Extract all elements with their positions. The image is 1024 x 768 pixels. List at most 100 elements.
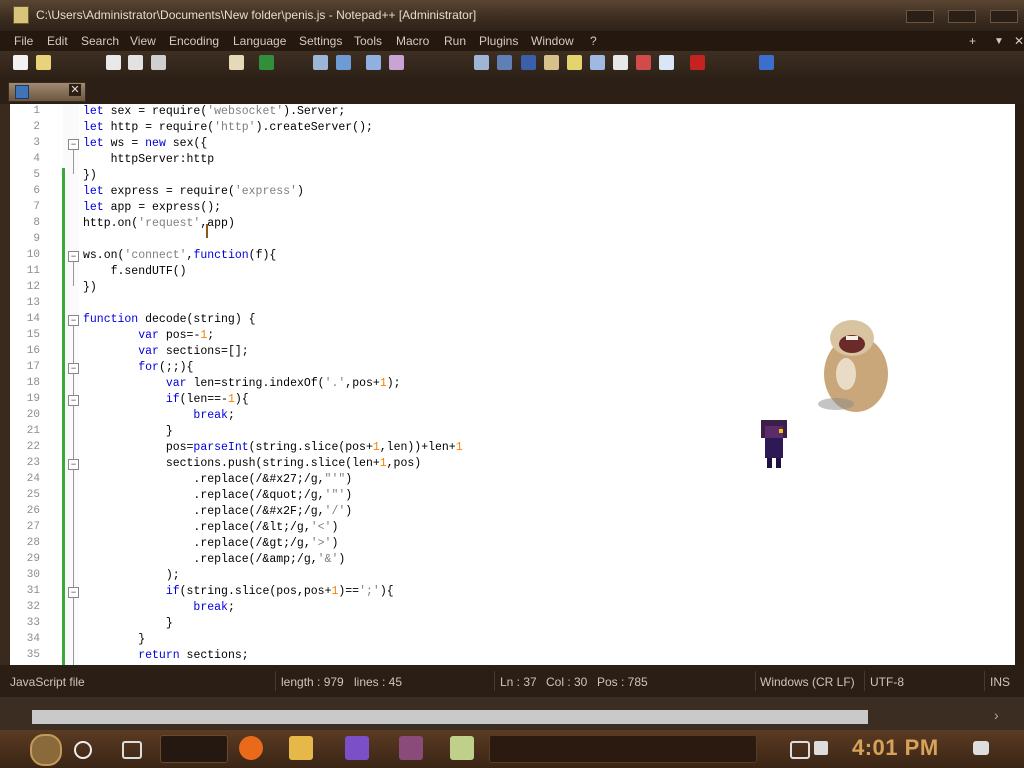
code-line[interactable]: break; (83, 409, 234, 422)
search-box[interactable] (160, 735, 228, 763)
close-tab-icon[interactable]: ✕ (1014, 34, 1024, 48)
volume-icon[interactable] (814, 741, 828, 755)
new-tab-plus-icon[interactable]: + (969, 34, 976, 48)
code-line[interactable]: var pos=-1; (83, 329, 214, 342)
paste-icon[interactable] (229, 55, 244, 70)
task-view-icon[interactable] (122, 741, 142, 759)
file-explorer-icon[interactable] (289, 736, 313, 760)
insert-mode[interactable]: INS (990, 675, 1010, 689)
code-line[interactable]: for(;;){ (83, 361, 193, 374)
indent-guide-icon[interactable] (521, 55, 536, 70)
code-line[interactable]: if(string.slice(pos,pos+1)==';'){ (83, 585, 394, 598)
udl-icon[interactable] (613, 55, 628, 70)
code-line[interactable]: if(len==-1){ (83, 393, 249, 406)
file-encoding[interactable]: UTF-8 (870, 675, 904, 689)
code-line[interactable]: } (83, 425, 173, 438)
code-line[interactable]: let sex = require('websocket').Server; (83, 105, 345, 118)
code-line[interactable]: httpServer:http (83, 153, 215, 166)
code-line[interactable]: var sections=[]; (83, 345, 248, 358)
imp-desktop-pet[interactable] (755, 416, 795, 471)
start-button-icon[interactable] (30, 734, 62, 766)
code-line[interactable]: return sections; (83, 649, 248, 662)
monitoring-icon[interactable] (636, 55, 651, 70)
menu-plugins[interactable]: Plugins (479, 34, 518, 48)
network-icon[interactable] (790, 741, 810, 759)
code-line[interactable]: f.sendUTF() (83, 265, 187, 278)
tab-close-icon[interactable]: ✕ (69, 84, 81, 96)
eol-format[interactable]: Windows (CR LF) (760, 675, 855, 689)
code-line[interactable]: ws.on('connect',function(f){ (83, 249, 276, 262)
code-line[interactable]: .replace(/&gt;/g,'>') (83, 537, 338, 550)
tab-list-dropdown-icon[interactable]: ▼ (994, 36, 1004, 47)
open-file-icon[interactable] (36, 55, 51, 70)
menu-help[interactable]: ? (590, 34, 597, 48)
fold-toggle-icon[interactable]: − (68, 251, 79, 262)
close-file-icon[interactable] (106, 55, 121, 70)
replace-icon[interactable] (336, 55, 351, 70)
menu-settings[interactable]: Settings (299, 34, 342, 48)
menu-tools[interactable]: Tools (354, 34, 382, 48)
fold-toggle-icon[interactable]: − (68, 587, 79, 598)
fold-toggle-icon[interactable]: − (68, 459, 79, 470)
show-all-characters-icon[interactable] (497, 55, 512, 70)
minimize-button[interactable] (906, 10, 934, 23)
fold-toggle-icon[interactable]: − (68, 315, 79, 326)
action-center-icon[interactable] (973, 741, 989, 755)
code-line[interactable]: .replace(/&quot;/g,'"') (83, 489, 352, 502)
code-line[interactable]: .replace(/&amp;/g,'&') (83, 553, 345, 566)
firefox-icon[interactable] (239, 736, 263, 760)
fold-toggle-icon[interactable]: − (68, 139, 79, 150)
vertical-scrollbar[interactable] (1015, 104, 1024, 665)
code-line[interactable]: .replace(/&lt;/g,'<') (83, 521, 338, 534)
fold-toggle-icon[interactable]: − (68, 363, 79, 374)
word-wrap-icon[interactable] (474, 55, 489, 70)
menu-search[interactable]: Search (81, 34, 119, 48)
code-line[interactable]: function decode(string) { (83, 313, 256, 326)
desktop-pet-app-icon[interactable] (399, 736, 423, 760)
scroll-right-icon[interactable]: › (994, 707, 999, 723)
code-line[interactable]: let http = require('http').createServer(… (83, 121, 373, 134)
notepadpp-taskbar-icon[interactable] (450, 736, 474, 760)
function-list-icon[interactable] (567, 55, 582, 70)
find-icon[interactable] (313, 55, 328, 70)
close-all-icon[interactable] (128, 55, 143, 70)
code-line[interactable]: sections.push(string.slice(len+1,pos) (83, 457, 421, 470)
tab-penis-js[interactable]: ✕ (8, 82, 86, 102)
code-line[interactable]: .replace(/&#x2F;/g,'/') (83, 505, 352, 518)
document-map-icon[interactable] (544, 55, 559, 70)
code-line[interactable]: } (83, 633, 145, 646)
record-macro-icon[interactable] (690, 55, 705, 70)
menu-run[interactable]: Run (444, 34, 466, 48)
taskbar-clock[interactable]: 4:01 PM (852, 735, 939, 761)
zoom-out-icon[interactable] (389, 55, 404, 70)
code-line[interactable]: break; (83, 601, 234, 614)
view-icon[interactable] (659, 55, 674, 70)
menu-macro[interactable]: Macro (396, 34, 429, 48)
run-macro-multiple-icon[interactable] (759, 55, 774, 70)
fold-toggle-icon[interactable]: − (68, 395, 79, 406)
menu-encoding[interactable]: Encoding (169, 34, 219, 48)
code-line[interactable]: http.on('request',app) (83, 217, 235, 230)
visual-studio-icon[interactable] (345, 736, 369, 760)
undo-icon[interactable] (259, 55, 274, 70)
code-line[interactable]: let express = require('express') (83, 185, 304, 198)
menu-edit[interactable]: Edit (47, 34, 68, 48)
code-line[interactable]: }) (83, 169, 97, 182)
new-file-icon[interactable] (13, 55, 28, 70)
maximize-button[interactable] (948, 10, 976, 23)
folder-as-workspace-icon[interactable] (590, 55, 605, 70)
menu-view[interactable]: View (130, 34, 156, 48)
menu-language[interactable]: Language (233, 34, 286, 48)
code-line[interactable]: let app = express(); (83, 201, 221, 214)
code-line[interactable]: pos=parseInt(string.slice(pos+1,len))+le… (83, 441, 463, 454)
code-line[interactable]: } (83, 617, 173, 630)
cortana-icon[interactable] (74, 741, 92, 759)
code-line[interactable]: }) (83, 281, 97, 294)
menu-window[interactable]: Window (531, 34, 574, 48)
fold-margin[interactable] (63, 104, 79, 665)
menu-file[interactable]: File (14, 34, 33, 48)
code-line[interactable]: var len=string.indexOf('.',pos+1); (83, 377, 401, 390)
code-line[interactable]: let ws = new sex({ (83, 137, 207, 150)
hamster-desktop-pet[interactable] (816, 314, 890, 416)
scrollbar-thumb[interactable] (32, 710, 868, 724)
